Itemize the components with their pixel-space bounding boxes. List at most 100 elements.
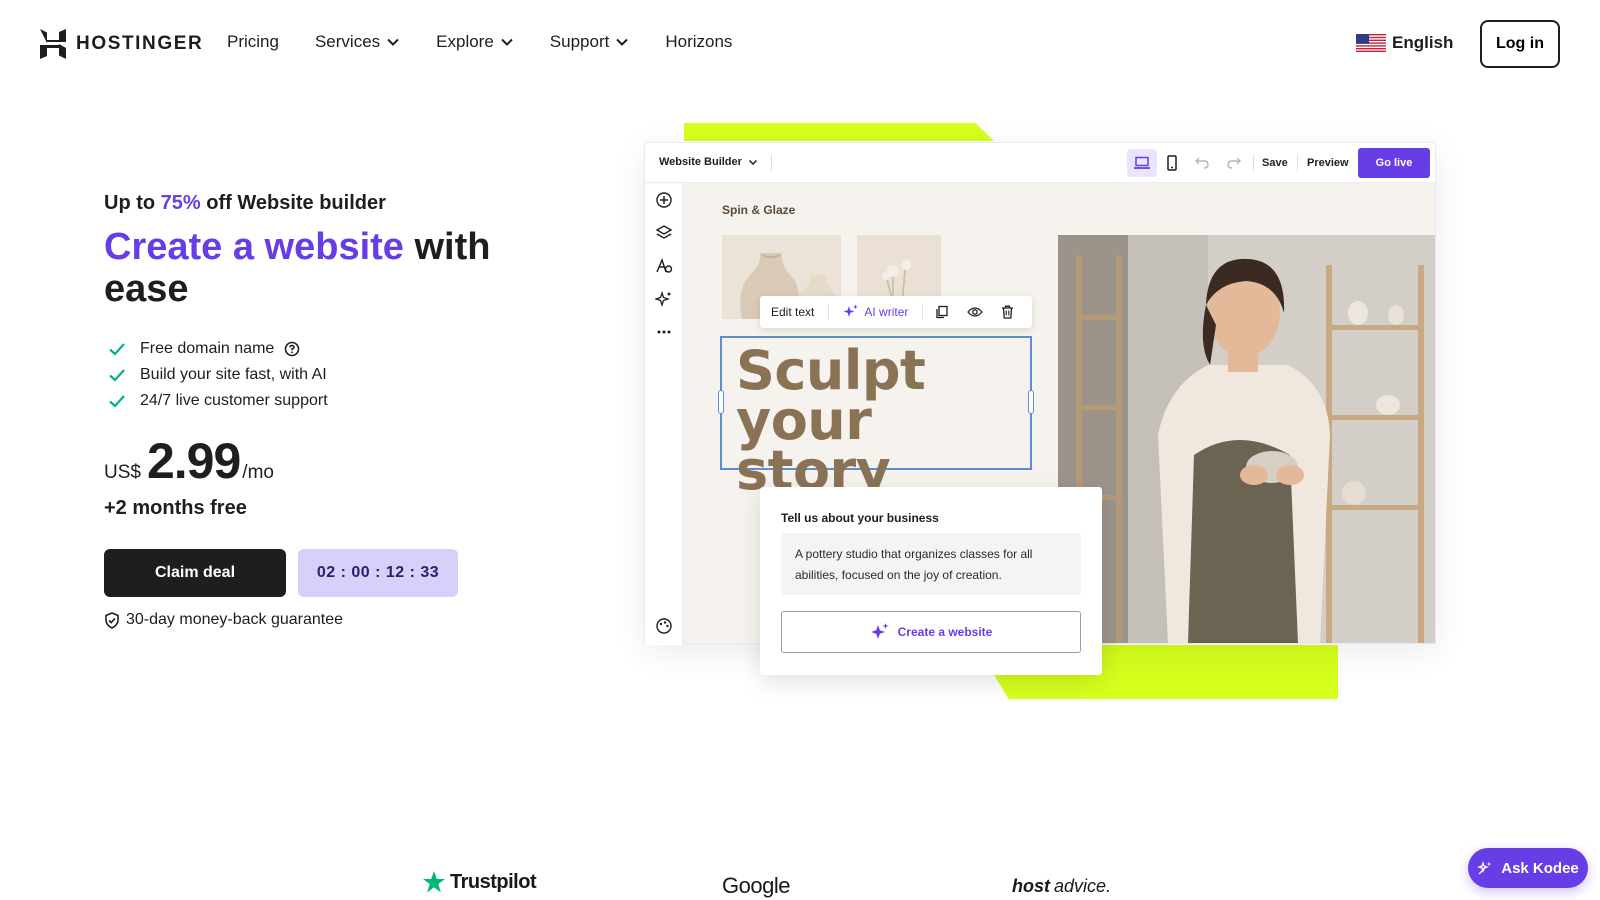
- feature-item: 24/7 live customer support: [108, 388, 328, 414]
- lime-accent-top: [684, 123, 994, 141]
- eye-icon[interactable]: [967, 306, 984, 318]
- hostadvice-logo[interactable]: host advice.: [1012, 876, 1111, 897]
- site-header: HOSTINGER Pricing Services Explore Suppo…: [0, 0, 1600, 88]
- headline-accent: Create a website: [104, 226, 404, 268]
- nav-explore[interactable]: Explore: [436, 32, 514, 52]
- help-circle-icon[interactable]: [284, 341, 300, 357]
- nav-services-label: Services: [314, 32, 381, 51]
- hostadvice-label-bold: host: [1012, 876, 1050, 896]
- nav-horizons[interactable]: Horizons: [665, 32, 732, 52]
- countdown-timer: 02 : 00 : 12 : 33: [298, 549, 458, 597]
- feature-label: Build your site fast, with AI: [140, 366, 327, 383]
- nav-services[interactable]: Services: [315, 32, 400, 52]
- chevron-down-icon: [748, 159, 757, 166]
- trustpilot-label: Trustpilot: [450, 870, 537, 893]
- sparkle-icon: [870, 623, 889, 639]
- site-brand-name: Spin & Glaze: [722, 203, 796, 217]
- more-horizontal-icon[interactable]: [655, 323, 673, 341]
- builder-title: Website Builder: [659, 156, 742, 168]
- business-description-input[interactable]: A pottery studio that organizes classes …: [781, 533, 1081, 595]
- edit-text-button[interactable]: Edit text: [771, 305, 814, 319]
- sparkle-icon: [843, 304, 859, 317]
- bonus-text: +2 months free: [104, 497, 247, 519]
- selected-headline-block[interactable]: Sculpt your story: [718, 336, 1034, 498]
- money-back-guarantee: 30-day money-back guarantee: [104, 611, 343, 629]
- redo-icon[interactable]: [1227, 157, 1241, 169]
- divider: [771, 155, 772, 171]
- price-currency: US$: [104, 462, 141, 483]
- divider: [922, 304, 924, 320]
- divider: [828, 304, 830, 320]
- layers-icon[interactable]: [655, 224, 673, 242]
- feature-label: 24/7 live customer support: [140, 392, 328, 409]
- nav-horizons-label: Horizons: [665, 32, 733, 51]
- check-icon: [109, 369, 125, 382]
- mobile-view-button[interactable]: [1157, 149, 1187, 177]
- ai-sparkle-icon[interactable]: [655, 290, 673, 308]
- hostinger-logo-icon: [40, 29, 66, 59]
- create-website-button[interactable]: Create a website: [781, 611, 1081, 653]
- nav-support-label: Support: [549, 32, 610, 51]
- save-button[interactable]: Save: [1262, 157, 1288, 169]
- ask-kodee-label: Ask Kodee: [1501, 859, 1579, 877]
- nav-support[interactable]: Support: [550, 32, 630, 52]
- nav-pricing-label: Pricing: [227, 32, 279, 51]
- us-flag-icon: [1356, 34, 1386, 52]
- site-headline: Sculpt your story: [736, 344, 1030, 498]
- styles-icon[interactable]: [655, 257, 673, 275]
- star-icon: [423, 871, 445, 893]
- chevron-down-icon: [616, 38, 629, 46]
- price-period: /mo: [242, 462, 274, 483]
- check-icon: [109, 395, 125, 408]
- promo-prefix: Up to: [104, 192, 161, 214]
- laptop-icon: [1134, 156, 1150, 169]
- create-website-label: Create a website: [897, 625, 993, 639]
- language-selector[interactable]: English: [1356, 33, 1453, 53]
- edit-text-label: Edit text: [771, 305, 815, 319]
- feature-item: Free domain name: [108, 336, 328, 362]
- price-amount: 2.99: [146, 433, 241, 489]
- palette-icon[interactable]: [655, 617, 673, 635]
- chevron-down-icon: [501, 38, 513, 46]
- logo-text: HOSTINGER: [76, 33, 204, 54]
- ai-writer-button[interactable]: AI writer: [843, 304, 908, 320]
- add-element-icon[interactable]: [655, 191, 673, 209]
- google-logo[interactable]: Google: [722, 873, 790, 899]
- ai-writer-label: AI writer: [864, 305, 909, 319]
- business-prompt-title: Tell us about your business: [781, 511, 939, 525]
- hostinger-logo[interactable]: HOSTINGER: [40, 29, 203, 59]
- builder-topbar: Website Builder Save Preview Go live: [645, 143, 1435, 183]
- language-label: English: [1392, 33, 1454, 52]
- ask-kodee-button[interactable]: Ask Kodee: [1468, 848, 1588, 888]
- preview-button[interactable]: Preview: [1307, 157, 1349, 169]
- claim-deal-button[interactable]: Claim deal: [104, 549, 286, 597]
- hostadvice-label-rest: advice.: [1054, 876, 1112, 896]
- copy-icon[interactable]: [935, 305, 949, 319]
- nav-pricing[interactable]: Pricing: [227, 32, 279, 52]
- feature-item: Build your site fast, with AI: [108, 362, 328, 388]
- undo-icon[interactable]: [1195, 157, 1209, 169]
- divider: [1297, 155, 1298, 171]
- resize-handle-left[interactable]: [718, 390, 724, 414]
- pottery-studio-illustration: [1058, 235, 1435, 643]
- promo-suffix: off Website builder: [200, 192, 386, 214]
- hero-headline: Create a website with ease: [104, 226, 524, 310]
- trash-icon[interactable]: [1001, 305, 1014, 319]
- trustpilot-logo[interactable]: Trustpilot: [422, 870, 537, 894]
- feature-label: Free domain name: [140, 340, 275, 357]
- shield-check-icon: [105, 611, 119, 629]
- guarantee-label: 30-day money-back guarantee: [126, 611, 344, 628]
- promo-percent: 75%: [160, 192, 201, 214]
- nav-explore-label: Explore: [436, 32, 494, 51]
- main-nav: Pricing Services Explore Support Horizon…: [227, 32, 768, 52]
- divider: [1253, 155, 1254, 171]
- go-live-button[interactable]: Go live: [1358, 148, 1430, 178]
- check-icon: [109, 343, 125, 356]
- text-edit-toolbar: Edit text AI writer: [760, 296, 1032, 328]
- builder-title-dropdown[interactable]: Website Builder: [659, 156, 758, 168]
- builder-sidebar: [645, 183, 683, 645]
- desktop-view-button[interactable]: [1127, 149, 1157, 177]
- promo-text: Up to 75% off Website builder: [104, 192, 386, 215]
- google-label: Google: [722, 873, 790, 898]
- login-button[interactable]: Log in: [1480, 20, 1560, 68]
